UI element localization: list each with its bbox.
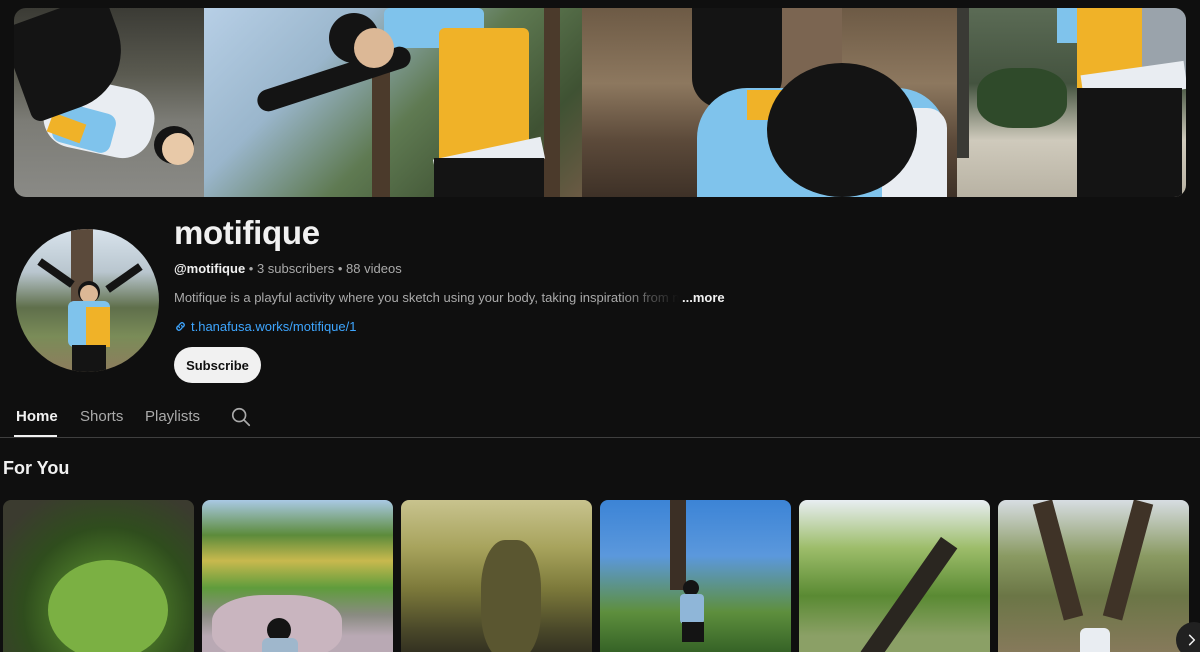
subscriber-count: 3 subscribers — [256, 261, 335, 276]
channel-avatar[interactable] — [16, 229, 159, 372]
section-title: For You — [3, 458, 70, 478]
description-text: Motifique is a playful activity where yo… — [174, 290, 679, 305]
banner-image-4 — [957, 8, 1186, 197]
search-icon[interactable] — [230, 406, 252, 428]
video-thumbnail[interactable] — [3, 500, 194, 652]
channel-handle: @motifique — [174, 261, 246, 276]
video-thumbnail[interactable] — [998, 500, 1189, 652]
tab-home[interactable]: Home — [16, 408, 58, 425]
video-thumbnail[interactable] — [600, 500, 791, 652]
video-count: 88 videos — [346, 261, 402, 276]
banner-image-2 — [204, 8, 582, 197]
subscribe-button[interactable]: Subscribe — [174, 347, 261, 383]
channel-name: motifique — [174, 214, 320, 251]
channel-link[interactable]: t.hanafusa.works/motifique/1 — [174, 319, 356, 334]
tab-shorts[interactable]: Shorts — [80, 408, 123, 425]
banner-image-1 — [14, 8, 204, 197]
channel-link-text: t.hanafusa.works/motifique/1 — [191, 319, 357, 334]
video-shelf — [3, 500, 1189, 652]
meta-separator: • — [334, 261, 347, 276]
tab-playlists[interactable]: Playlists — [145, 408, 200, 425]
channel-meta: @motifique • 3 subscribers • 88 videos — [174, 261, 402, 276]
meta-separator: • — [245, 261, 257, 276]
video-thumbnail[interactable] — [401, 500, 592, 652]
channel-tabs: Home Shorts Playlists — [0, 398, 1200, 438]
link-icon — [176, 322, 185, 331]
chevron-right-icon — [1188, 634, 1196, 646]
video-thumbnail[interactable] — [202, 500, 393, 652]
channel-banner — [14, 8, 1186, 197]
more-button[interactable]: ...more — [682, 290, 725, 305]
banner-image-3 — [582, 8, 957, 197]
channel-description[interactable]: Motifique is a playful activity where yo… — [174, 290, 725, 305]
video-thumbnail[interactable] — [799, 500, 990, 652]
active-tab-indicator — [14, 435, 57, 437]
